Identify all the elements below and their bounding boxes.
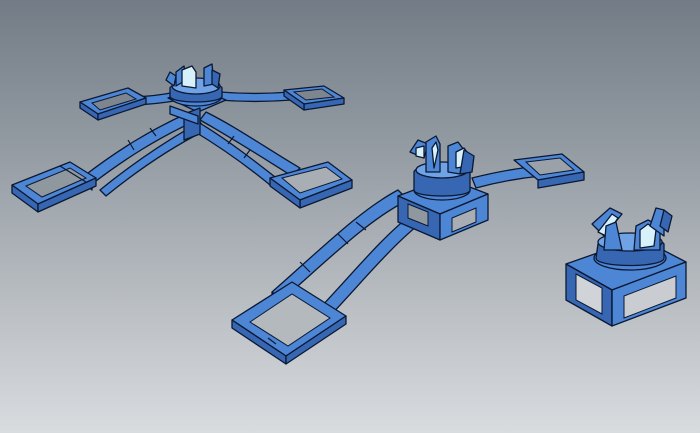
cad-model-scene[interactable] bbox=[0, 0, 700, 433]
four-arm-spider-bracket[interactable] bbox=[11, 63, 353, 213]
spider-arm-right-back[interactable] bbox=[217, 85, 345, 111]
bracket-center-block[interactable] bbox=[397, 161, 489, 241]
bracket-rear-arm[interactable] bbox=[471, 153, 585, 189]
spider-arm-right-front[interactable] bbox=[191, 111, 353, 209]
clip-base-block[interactable] bbox=[565, 207, 687, 327]
spider-clip-fingers[interactable] bbox=[165, 63, 221, 89]
spider-arm-left-front[interactable] bbox=[11, 111, 207, 213]
spider-arm-left-back[interactable] bbox=[79, 87, 181, 121]
cad-3d-viewport[interactable] bbox=[0, 0, 700, 433]
